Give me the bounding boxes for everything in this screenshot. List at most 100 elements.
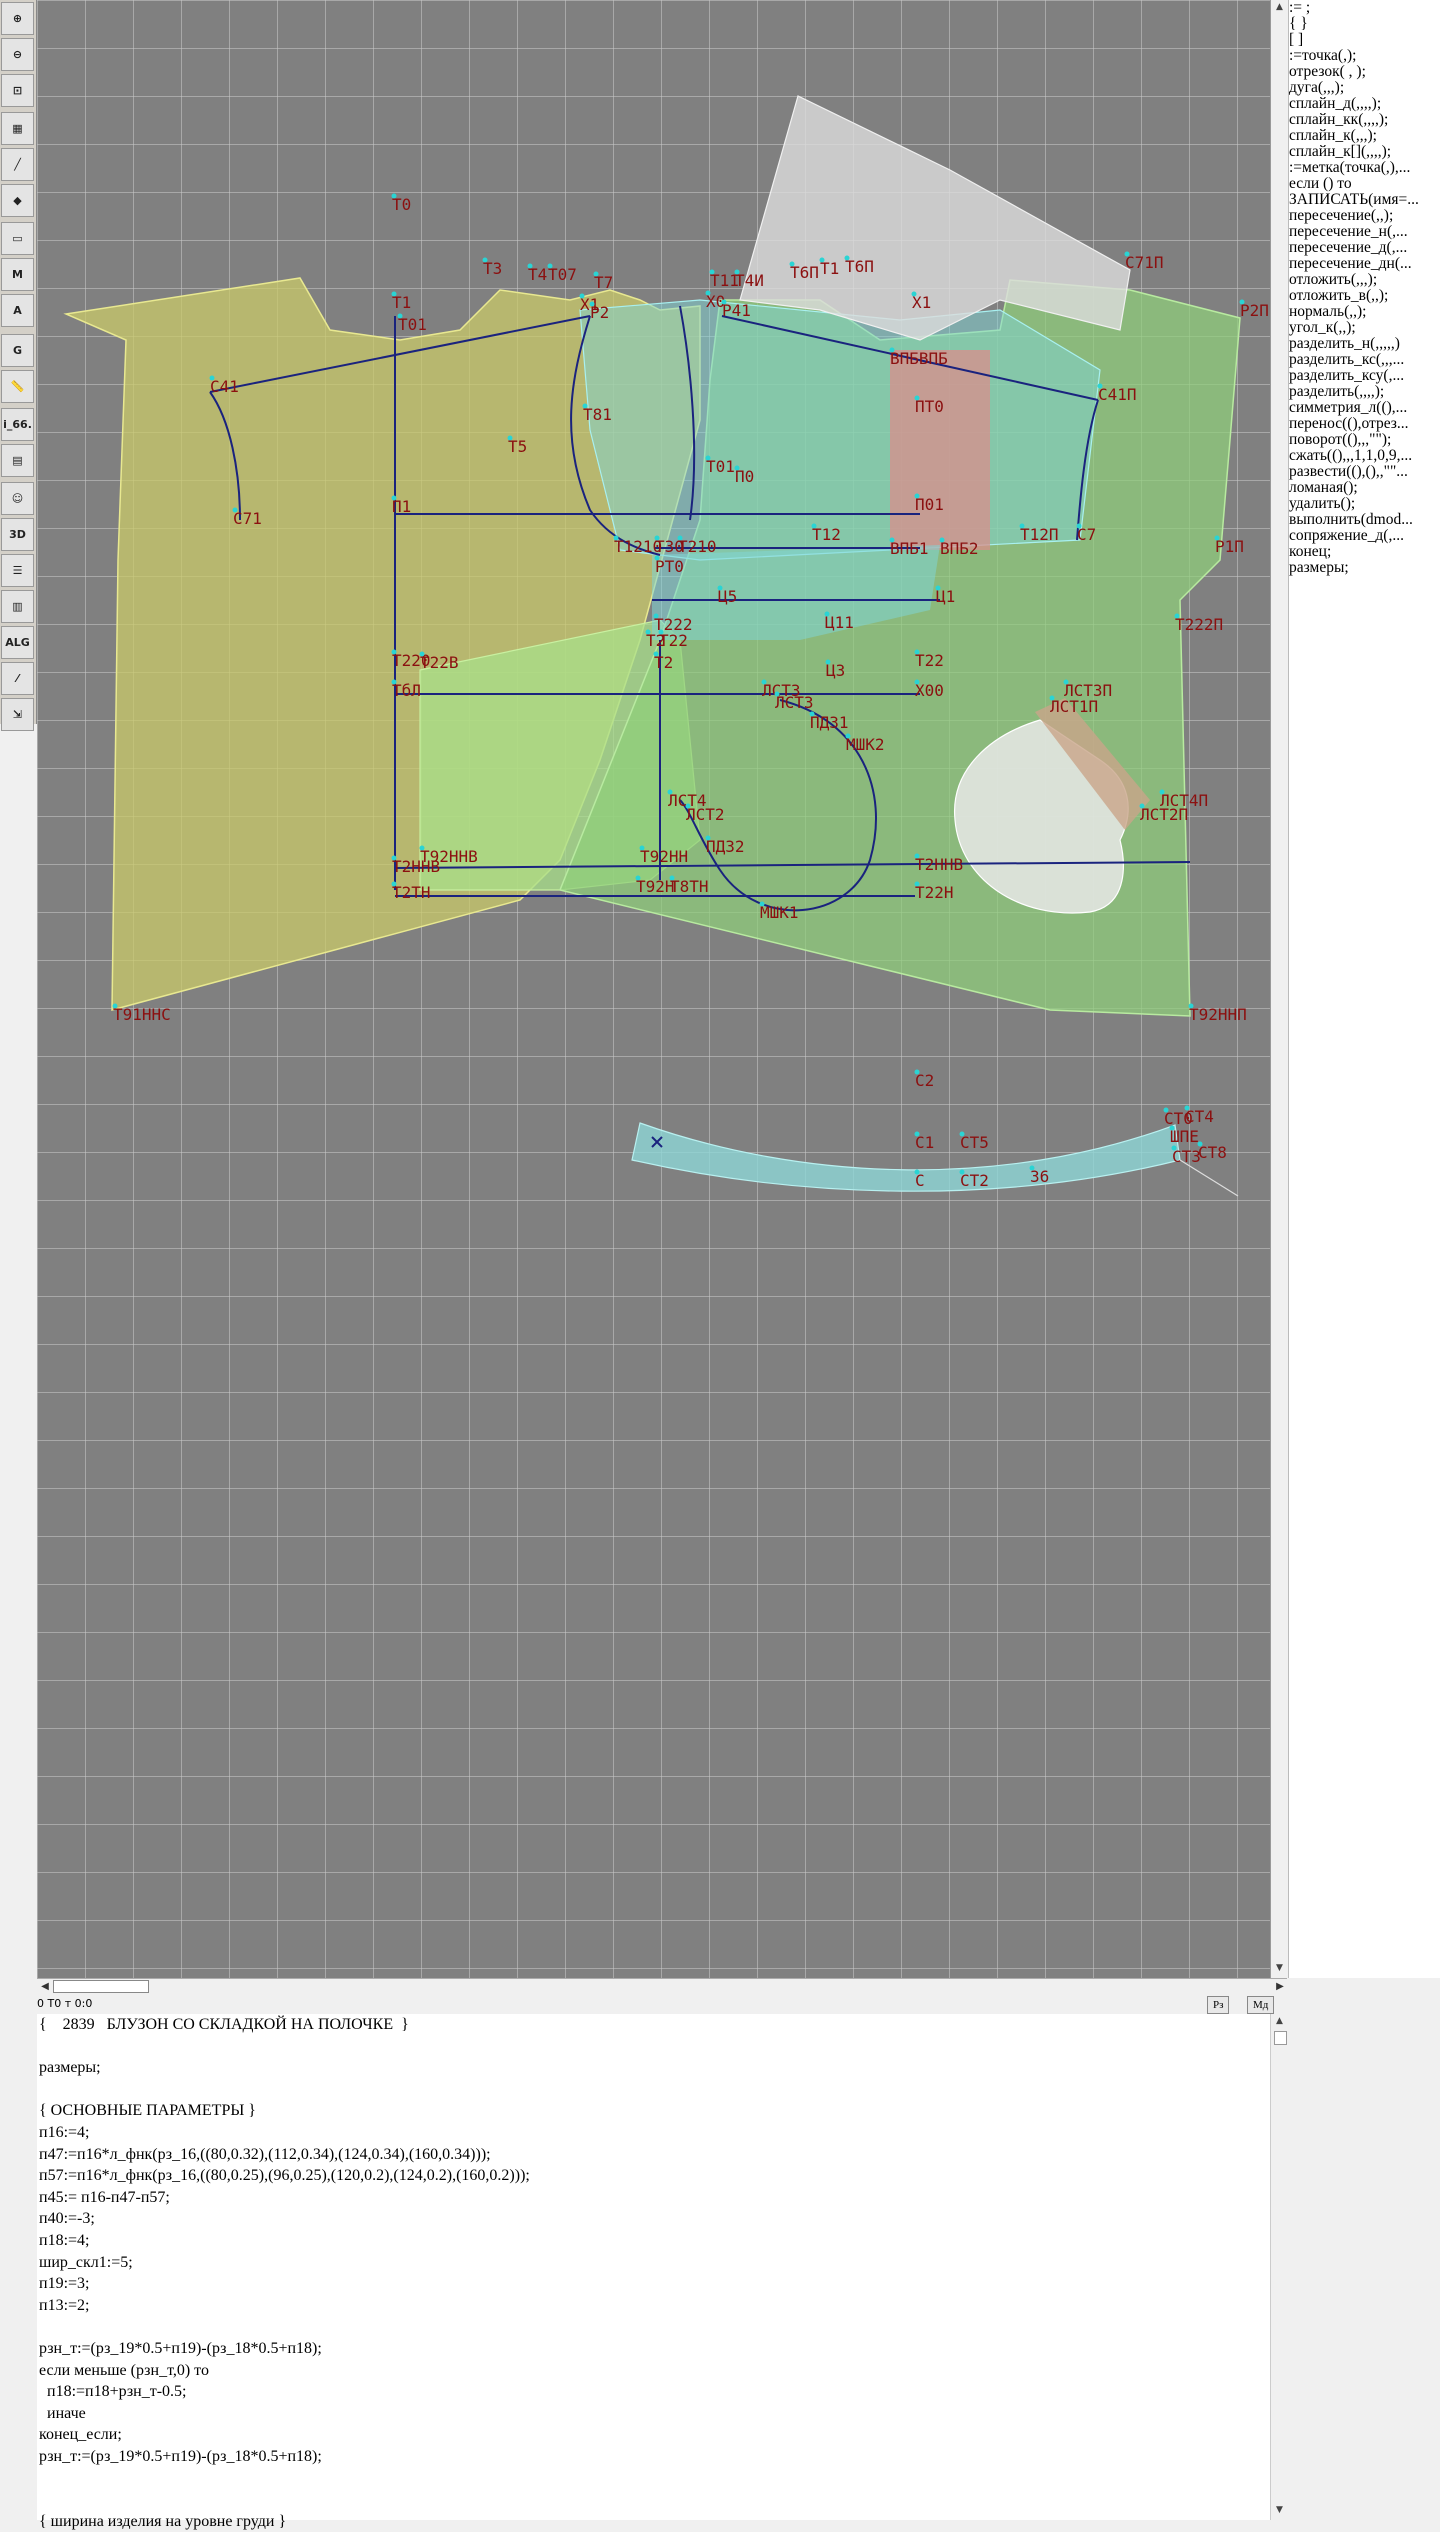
command-item[interactable]: отложить_в(,,); — [1289, 288, 1419, 304]
point-marker — [654, 555, 660, 561]
line-tool-icon[interactable]: ╱ — [1, 148, 34, 181]
editor-scroll-thumb[interactable] — [1274, 2031, 1287, 2045]
point-marker — [391, 495, 397, 501]
command-item[interactable]: сжать((),,,1,1,0,9,... — [1289, 448, 1419, 464]
command-item[interactable]: пересечение(,,); — [1289, 208, 1419, 224]
measure-icon[interactable]: ▭ — [1, 222, 34, 255]
editor-scroll-up-icon[interactable]: ▲ — [1273, 2015, 1286, 2028]
zoom-window-icon[interactable]: ⊡ — [1, 74, 34, 107]
scroll-down-icon[interactable]: ▼ — [1273, 1962, 1286, 1975]
command-item[interactable]: :=точка(,); — [1289, 48, 1419, 64]
command-item[interactable]: конец; — [1289, 544, 1419, 560]
point-marker — [391, 855, 397, 861]
line-edit-icon[interactable]: ⁄ — [1, 662, 34, 695]
command-item[interactable]: разделить_н(,,,,,) — [1289, 336, 1419, 352]
algorithm-icon[interactable]: ALG — [1, 626, 34, 659]
point-marker — [705, 835, 711, 841]
command-item[interactable]: развести((),(),,""... — [1289, 464, 1419, 480]
scroll-right-icon[interactable]: ▶ — [1273, 1980, 1287, 1993]
model-photo-icon[interactable]: ☺ — [1, 482, 34, 515]
code-editor[interactable]: { 2839 БЛУЗОН СО СКЛАДКОЙ НА ПОЛОЧКЕ } р… — [37, 2014, 1270, 2530]
command-item[interactable]: сплайн_кк(,,,,); — [1289, 112, 1419, 128]
scroll-thumb[interactable] — [53, 1980, 149, 1993]
text-list-icon[interactable]: ☰ — [1, 554, 34, 587]
ruler-icon[interactable]: 📏 — [1, 370, 34, 403]
command-item[interactable]: разделить_ксу(,... — [1289, 368, 1419, 384]
model-button[interactable]: Мд — [1247, 1996, 1275, 2014]
command-item[interactable]: пересечение_д(,... — [1289, 240, 1419, 256]
command-item[interactable]: сплайн_к[](,,,,); — [1289, 144, 1419, 160]
macro-icon[interactable]: M — [1, 258, 34, 291]
scroll-left-icon[interactable]: ◀ — [38, 1980, 52, 1993]
code-text[interactable]: { 2839 БЛУЗОН СО СКЛАДКОЙ НА ПОЛОЧКЕ } р… — [37, 2014, 1270, 2532]
editor-scrollbar[interactable]: ▲ ▼ — [1270, 2014, 1288, 2520]
command-item[interactable]: [ ] — [1289, 32, 1419, 48]
exit-icon[interactable]: ⇲ — [1, 698, 34, 731]
code-line: п13:=2; — [39, 2296, 90, 2314]
layer-icon[interactable]: ◆ — [1, 184, 34, 217]
command-item[interactable]: перенос((),отрез... — [1289, 416, 1419, 432]
command-item[interactable]: := ; — [1289, 0, 1419, 16]
point-marker — [889, 537, 895, 543]
command-item[interactable]: симметрия_л((),... — [1289, 400, 1419, 416]
point-label: ШПЕ — [1170, 1127, 1199, 1146]
command-item[interactable]: разделить(,,,,); — [1289, 384, 1419, 400]
command-item[interactable]: выполнить(dmod... — [1289, 512, 1419, 528]
code-line: п18:=п18+рзн_т-0.5; — [39, 2383, 187, 2401]
editor-scroll-down-icon[interactable]: ▼ — [1273, 2504, 1286, 2517]
point-label: T81 — [583, 405, 612, 424]
command-item[interactable]: пересечение_н(,... — [1289, 224, 1419, 240]
command-item[interactable]: :=метка(точка(,),... — [1289, 160, 1419, 176]
command-item[interactable]: отрезок( , ); — [1289, 64, 1419, 80]
command-item[interactable]: поворот((),,,""); — [1289, 432, 1419, 448]
point-marker — [1029, 1165, 1035, 1171]
point-marker — [419, 651, 425, 657]
status-bar: 0 T0 т 0:0 Рз Мд — [37, 1994, 1287, 2015]
zoom-out-icon[interactable]: ⊖ — [1, 38, 34, 71]
code-line: { 2839 БЛУЗОН СО СКЛАДКОЙ НА ПОЛОЧКЕ } — [39, 2016, 409, 2033]
point-marker — [613, 535, 619, 541]
drawing-canvas[interactable]: T0 T1 T01 T3 T4 T07 T7 X1 P2 T11 T4И T6П T1 T6П X0 P41 X… — [37, 0, 1270, 1978]
print-icon[interactable]: ▥ — [1, 590, 34, 623]
code-line: п57:=п16*л_фнк(рз_16,((80,0.25),(96,0.25… — [39, 2167, 530, 2185]
command-item[interactable]: сплайн_д(,,,,); — [1289, 96, 1419, 112]
command-panel-scrollbar[interactable]: ▲ ▼ — [1271, 0, 1289, 1978]
points-icon[interactable]: A — [1, 294, 34, 327]
command-item[interactable]: разделить_кс(,,,... — [1289, 352, 1419, 368]
notes-icon[interactable]: ▤ — [1, 444, 34, 477]
command-item[interactable]: отложить(,,,); — [1289, 272, 1419, 288]
point-marker — [507, 435, 513, 441]
gradation-icon[interactable]: G — [1, 334, 34, 367]
3d-view-icon[interactable]: 3D — [1, 518, 34, 551]
command-item[interactable]: если () то — [1289, 176, 1419, 192]
point-label: T22B — [420, 653, 459, 672]
point-label: X00 — [915, 681, 944, 700]
point-marker — [1163, 1107, 1169, 1113]
code-line: шир_скл1:=5; — [39, 2253, 133, 2271]
point-label: BПБ1 — [890, 539, 929, 558]
command-item[interactable]: размеры; — [1289, 560, 1419, 576]
point-marker — [819, 257, 825, 263]
grid-icon[interactable]: ▦ — [1, 112, 34, 145]
point-marker — [654, 535, 660, 541]
command-item[interactable]: удалить(); — [1289, 496, 1419, 512]
command-item[interactable]: сопряжение_д(,... — [1289, 528, 1419, 544]
command-item[interactable]: ломаная(); — [1289, 480, 1419, 496]
point-marker — [645, 629, 651, 635]
command-item[interactable]: { } — [1289, 16, 1419, 32]
command-item[interactable]: пересечение_дн(... — [1289, 256, 1419, 272]
zoom-in-icon[interactable]: ⊕ — [1, 2, 34, 35]
point-marker — [825, 659, 831, 665]
canvas-horizontal-scrollbar[interactable]: ◀ ▶ — [37, 1978, 1287, 1995]
version-label-icon[interactable]: i_66. — [1, 408, 34, 441]
command-item[interactable]: угол_к(,,); — [1289, 320, 1419, 336]
point-marker — [914, 1169, 920, 1175]
collar-band — [631, 1122, 1181, 1192]
command-item[interactable]: сплайн_к(,,,); — [1289, 128, 1419, 144]
point-label: T4И — [735, 271, 764, 290]
command-item[interactable]: дуга(,,,); — [1289, 80, 1419, 96]
sizes-button[interactable]: Рз — [1207, 1996, 1230, 2014]
command-item[interactable]: нормаль(,,); — [1289, 304, 1419, 320]
scroll-up-icon[interactable]: ▲ — [1273, 1, 1286, 14]
command-item[interactable]: ЗАПИСАТЬ(имя=... — [1289, 192, 1419, 208]
